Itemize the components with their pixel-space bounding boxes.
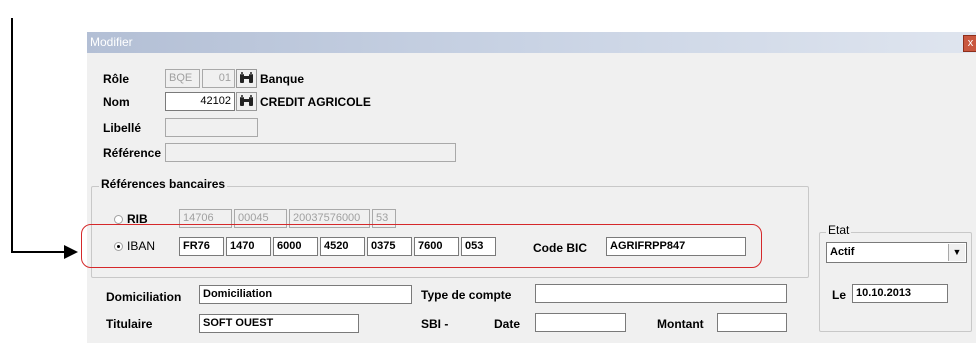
chevron-down-icon[interactable]: ▼ xyxy=(948,244,965,261)
modifier-dialog: Modifier x Rôle BQE 01 Banque Nom 42102 … xyxy=(81,32,976,343)
role-name: Banque xyxy=(260,72,305,86)
type-compte-label: Type de compte xyxy=(421,288,512,302)
etat-select[interactable]: Actif ▼ xyxy=(826,242,967,263)
titulaire-label: Titulaire xyxy=(106,317,153,331)
montant-label: Montant xyxy=(657,317,704,331)
binoculars-icon[interactable] xyxy=(236,92,257,111)
etat-selected-value: Actif xyxy=(830,246,855,258)
nom-field[interactable]: 42102 xyxy=(165,92,235,111)
close-button[interactable]: x xyxy=(963,35,976,52)
reference-label: Référence xyxy=(103,146,162,160)
role-label: Rôle xyxy=(103,72,130,86)
dialog-title: Modifier xyxy=(90,35,133,49)
le-date-field[interactable]: 10.10.2013 xyxy=(852,284,948,303)
rib-radio[interactable] xyxy=(114,215,123,224)
domiciliation-label: Domiciliation xyxy=(106,290,182,304)
title-bar: Modifier x xyxy=(87,32,976,53)
annotation-arrow-line xyxy=(11,251,67,253)
role-code-field[interactable]: BQE xyxy=(165,69,200,88)
date-field[interactable] xyxy=(535,313,626,332)
nom-label: Nom xyxy=(103,95,130,109)
montant-field[interactable] xyxy=(717,313,787,332)
reference-field[interactable] xyxy=(165,143,456,162)
role-code2-field[interactable]: 01 xyxy=(202,69,235,88)
libelle-field[interactable] xyxy=(165,118,258,137)
domiciliation-field[interactable]: Domiciliation xyxy=(199,285,412,304)
libelle-label: Libellé xyxy=(103,121,142,135)
binoculars-icon[interactable] xyxy=(236,69,257,88)
annotation-arrow-head xyxy=(64,245,78,259)
etat-title: Etat xyxy=(826,223,852,237)
iban-highlight xyxy=(81,224,762,268)
type-compte-field[interactable] xyxy=(535,284,787,303)
annotation-arrow-line xyxy=(11,18,13,253)
nom-name: CREDIT AGRICOLE xyxy=(260,95,371,109)
le-label: Le xyxy=(832,288,847,302)
titulaire-field[interactable]: SOFT OUEST xyxy=(199,314,359,333)
sbi-label: SBI - xyxy=(421,317,449,331)
date-label: Date xyxy=(494,317,521,331)
bank-references-title: Références bancaires xyxy=(99,177,228,191)
